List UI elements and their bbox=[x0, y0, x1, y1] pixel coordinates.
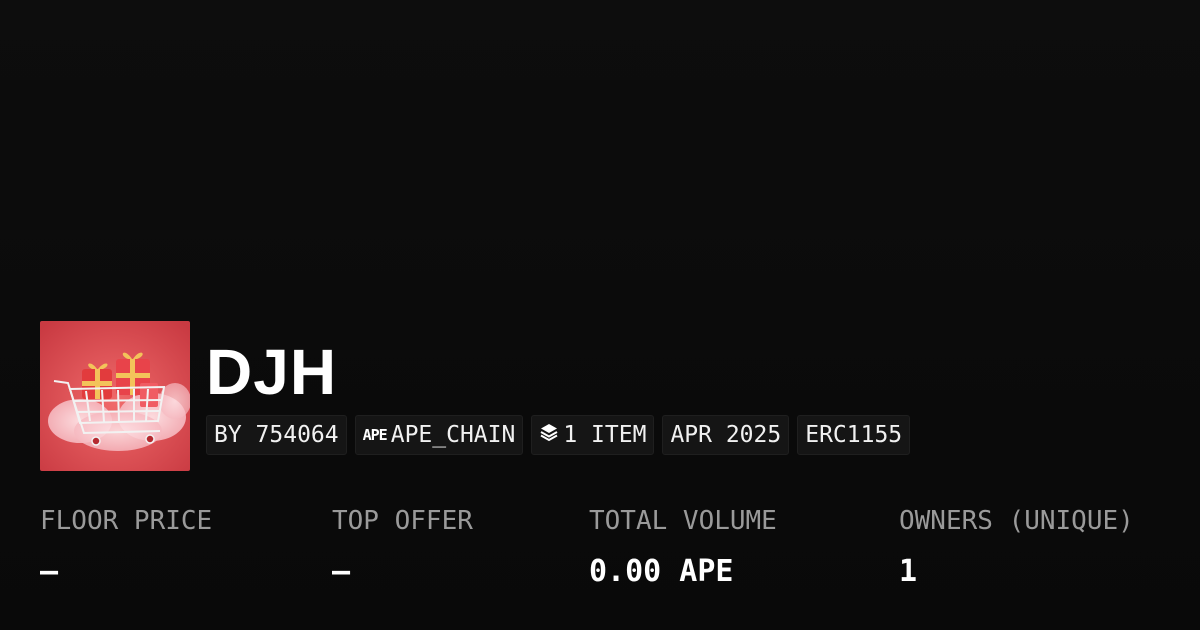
total-volume-stat: TOTAL VOLUME 0.00 APE bbox=[589, 503, 777, 591]
total-volume-label: TOTAL VOLUME bbox=[589, 506, 777, 536]
chain-tag[interactable]: APE APE_CHAIN bbox=[354, 415, 524, 455]
owners-stat: OWNERS (UNIQUE) 1 bbox=[899, 503, 1134, 591]
floor-price-stat: FLOOR PRICE – bbox=[40, 503, 212, 591]
items-label: 1 ITEM bbox=[563, 422, 647, 448]
collection-card: DJH BY 754064 APE APE_CHAIN 1 ITEM APR 2… bbox=[0, 0, 1200, 630]
floor-price-label: FLOOR PRICE bbox=[40, 506, 213, 536]
ape-chain-icon: APE bbox=[362, 426, 388, 444]
creator-tag[interactable]: BY 754064 bbox=[206, 415, 347, 455]
standard-tag: ERC1155 bbox=[797, 415, 911, 455]
date-label: APR 2025 bbox=[670, 422, 782, 448]
shopping-cart-gifts-image bbox=[40, 321, 190, 471]
top-offer-stat: TOP OFFER – bbox=[332, 503, 473, 591]
collection-title: DJH bbox=[206, 336, 338, 408]
creator-label: BY 754064 bbox=[214, 422, 339, 448]
collection-stats: FLOOR PRICE – TOP OFFER – TOTAL VOLUME 0… bbox=[0, 503, 1200, 603]
owners-value: 1 bbox=[899, 554, 918, 589]
owners-label: OWNERS (UNIQUE) bbox=[899, 506, 1134, 536]
collection-tags: BY 754064 APE APE_CHAIN 1 ITEM APR 2025 … bbox=[206, 415, 911, 455]
floor-price-value: – bbox=[40, 554, 59, 589]
standard-label: ERC1155 bbox=[805, 422, 903, 448]
layers-icon bbox=[539, 422, 559, 448]
top-offer-value: – bbox=[332, 554, 351, 589]
collection-avatar bbox=[40, 321, 190, 471]
total-volume-value: 0.00 APE bbox=[589, 554, 734, 589]
items-tag[interactable]: 1 ITEM bbox=[531, 415, 655, 455]
top-offer-label: TOP OFFER bbox=[332, 506, 473, 536]
chain-label: APE_CHAIN bbox=[390, 422, 516, 448]
date-tag: APR 2025 bbox=[662, 415, 790, 455]
